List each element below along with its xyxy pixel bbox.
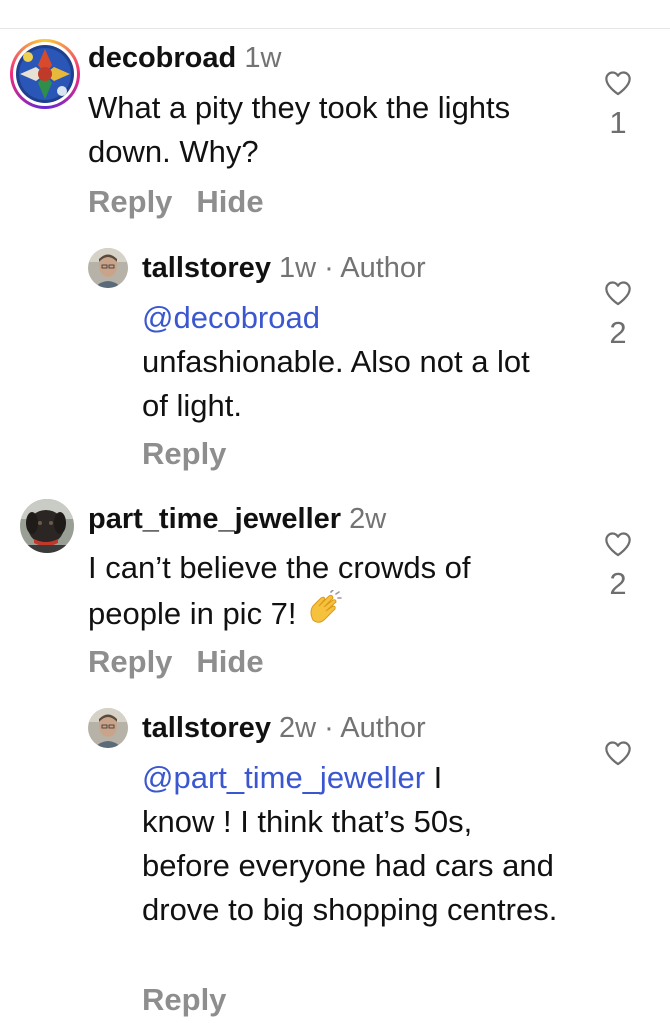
timestamp: 1w (279, 252, 317, 284)
comment-body-start: I (425, 760, 443, 795)
comment-header: tallstorey 2w · Author (142, 710, 426, 746)
comment-header: decobroad 1w (88, 40, 281, 76)
dog-avatar[interactable] (20, 499, 74, 553)
author-tag: · Author (324, 252, 426, 284)
username[interactable]: tallstorey (142, 712, 271, 744)
comment-body: know ! I think that’s 50s, before everyo… (142, 804, 558, 927)
comment-body: unfashionable. Also not a lot of light. (142, 344, 530, 423)
username[interactable]: decobroad (88, 42, 236, 74)
comment-actions: Reply (142, 436, 250, 472)
comment-text: I can’t believe the crowds of people in … (88, 546, 548, 642)
heart-icon[interactable] (604, 740, 632, 766)
hide-button[interactable]: Hide (196, 644, 263, 679)
comment-header: tallstorey 1w · Author (142, 250, 426, 286)
like-control: 2 (598, 280, 638, 350)
clapping-hands-emoji (303, 589, 343, 642)
like-control: 1 (598, 70, 638, 140)
comment-header: part_time_jeweller 2w (88, 501, 386, 537)
heart-icon[interactable] (604, 531, 632, 557)
man-portrait-avatar[interactable] (88, 248, 128, 288)
hide-button[interactable]: Hide (196, 184, 263, 219)
like-control: 2 (598, 531, 638, 601)
comment-actions: Reply (142, 982, 250, 1018)
top-divider (0, 28, 670, 29)
timestamp: 2w (279, 712, 317, 744)
heart-icon[interactable] (604, 280, 632, 306)
stained-glass-avatar[interactable] (10, 39, 80, 109)
comment-text: @part_time_jeweller I know ! I think tha… (142, 756, 562, 932)
man-portrait-avatar[interactable] (88, 708, 128, 748)
like-count: 1 (609, 105, 627, 140)
timestamp: 2w (349, 503, 387, 535)
comment-text: What a pity they took the lights down. W… (88, 86, 588, 174)
comment-actions: Reply Hide (88, 644, 288, 680)
mention-link[interactable]: @part_time_jeweller (142, 760, 425, 795)
like-control (598, 740, 638, 766)
username[interactable]: part_time_jeweller (88, 503, 341, 535)
username[interactable]: tallstorey (142, 252, 271, 284)
reply-button[interactable]: Reply (88, 184, 172, 219)
author-tag: · Author (324, 712, 426, 744)
comment-body: I can’t believe the crowds of people in … (88, 550, 471, 632)
heart-icon[interactable] (604, 70, 632, 96)
comment-body: What a pity they took the lights down. W… (88, 90, 511, 169)
like-count: 2 (609, 566, 627, 601)
comment-actions: Reply Hide (88, 184, 288, 220)
mention-link[interactable]: @decobroad (142, 296, 552, 340)
reply-button[interactable]: Reply (142, 982, 226, 1017)
reply-button[interactable]: Reply (88, 644, 172, 679)
reply-button[interactable]: Reply (142, 436, 226, 471)
timestamp: 1w (244, 42, 282, 74)
like-count: 2 (609, 315, 627, 350)
comment-text: @decobroad unfashionable. Also not a lot… (142, 296, 552, 428)
